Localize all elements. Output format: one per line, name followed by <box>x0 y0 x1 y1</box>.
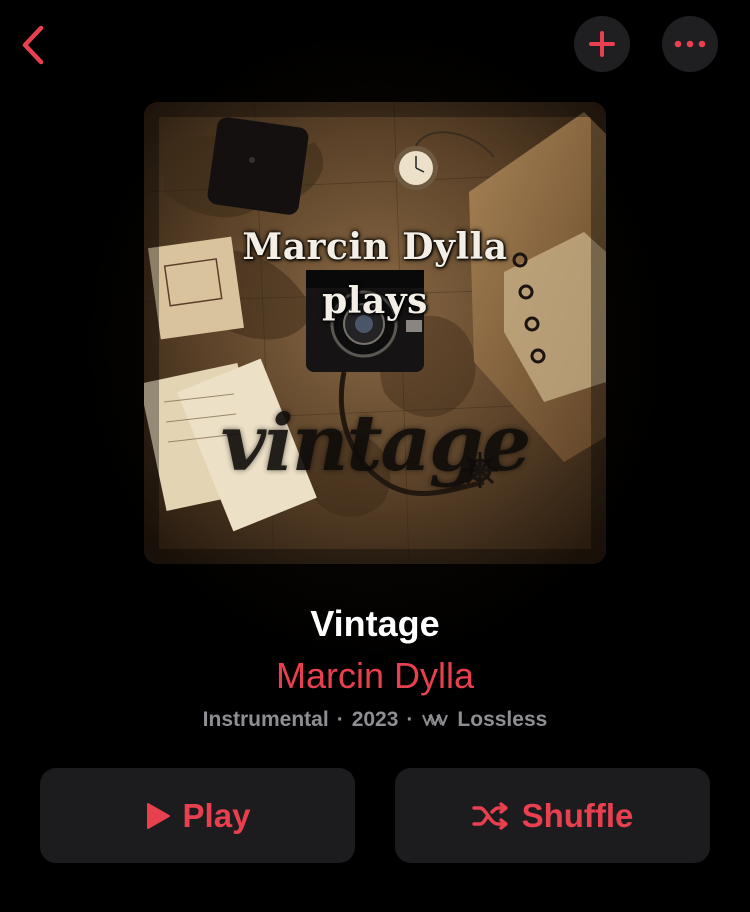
lossless-icon <box>421 711 451 729</box>
plus-icon <box>589 31 615 57</box>
shuffle-label: Shuffle <box>521 796 634 834</box>
artwork-artist-text: Marcin Dylla <box>242 226 508 268</box>
album-screen: Marcin Dylla plays vintage Vintage Marci… <box>0 0 750 912</box>
artwork-illustration <box>144 102 606 564</box>
play-button[interactable]: Play <box>40 768 355 863</box>
more-options-button[interactable] <box>662 16 718 72</box>
shuffle-button[interactable]: Shuffle <box>395 768 710 863</box>
separator: · <box>406 708 414 731</box>
ellipsis-icon <box>674 40 706 48</box>
artist-link[interactable]: Marcin Dylla <box>0 655 750 697</box>
album-title: Vintage <box>310 603 440 644</box>
genre-text: Instrumental <box>202 708 329 731</box>
artwork-plays-text: plays <box>322 280 428 322</box>
chevron-left-icon <box>22 25 44 65</box>
play-label: Play <box>182 796 251 834</box>
artwork-script-text: vintage <box>220 398 531 489</box>
back-button[interactable] <box>10 20 54 70</box>
shuffle-icon <box>471 801 510 830</box>
album-meta: Instrumental · 2023 · Lossless <box>0 708 750 732</box>
play-icon <box>145 802 171 830</box>
year-text: 2023 <box>351 708 399 731</box>
album-artwork[interactable]: Marcin Dylla plays vintage <box>144 102 606 564</box>
add-to-library-button[interactable] <box>574 16 630 72</box>
lossless-text: Lossless <box>457 708 548 731</box>
separator: · <box>336 708 344 731</box>
